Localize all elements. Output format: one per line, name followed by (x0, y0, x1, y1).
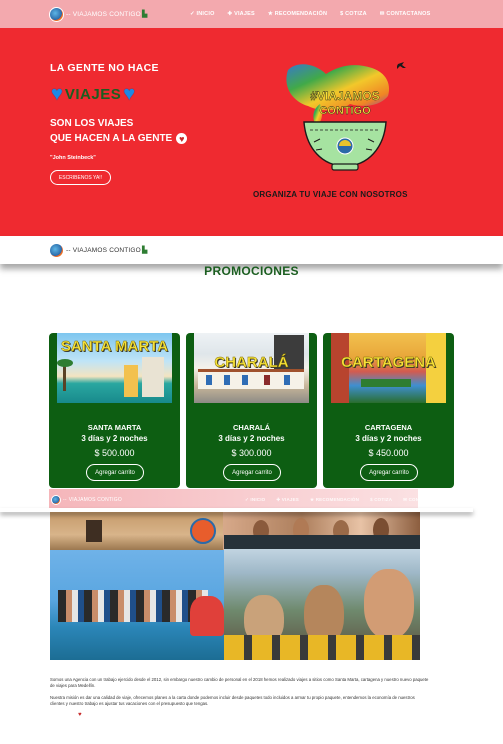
logo-globe-icon (49, 242, 64, 258)
brand-logo[interactable]: -- VIAJAMOS CONTIGO ▙ (49, 6, 148, 22)
art-contigo-text: CONTIGO (319, 105, 371, 117)
promo-card-charala: CHARALÁ CHARALÁ 3 días y 2 noches $ 300.… (186, 333, 317, 488)
promo-name: CHARALÁ (232, 423, 271, 432)
heart-icon: ♥ (176, 133, 188, 144)
brand-name: VIAJAMOS CONTIGO (68, 496, 122, 503)
heart-icon: ♥ (78, 712, 82, 718)
promo-duration: 3 días y 2 noches (355, 434, 422, 443)
nav-menu: ✓ INICIO ✚ VIAJES ★ RECOMENDACIÓN $ COTI… (245, 489, 445, 510)
promo-card-cartagena: CARTAGENA CARTAGENA 3 días y 2 noches $ … (323, 333, 454, 488)
promo-duration: 3 días y 2 noches (218, 434, 285, 443)
photo-boat-selfie (224, 535, 420, 660)
nav-viajes[interactable]: ✚ VIAJES (276, 497, 299, 503)
nav-contactanos[interactable]: ✉ CONTACTANOS (380, 11, 431, 17)
hero-subtitle-2: QUE HACEN A LA GENTE (50, 133, 173, 144)
secondary-navbar: -- VIAJAMOS CONTIGO ▙ (0, 236, 503, 264)
promo-price: $ 300.000 (231, 448, 272, 458)
brand-name: VIAJAMOS CONTIGO (72, 10, 141, 18)
brand-logo[interactable]: -- VIAJAMOS CONTIGO ▙ (49, 242, 148, 258)
brand-prefix: -- (63, 496, 67, 503)
nav-viajes[interactable]: ✚ VIAJES (228, 11, 255, 17)
hero-subtitle-2-row: QUE HACEN A LA GENTE ♥ (50, 133, 188, 144)
brand-prefix: -- (66, 246, 71, 254)
top-navbar: -- VIAJAMOS CONTIGO ▙ ✓ INICIO ✚ VIAJES … (0, 0, 503, 28)
nav-inicio[interactable]: ✓ INICIO (190, 11, 215, 17)
promotions-title: PROMOCIONES (204, 264, 299, 278)
promo-duration: 3 días y 2 noches (81, 434, 148, 443)
shopping-bag-icon: ▙ (141, 11, 148, 18)
promo-card-santa-marta: SANTA MARTA SANTA MARTA 3 días y 2 noche… (49, 333, 180, 488)
add-to-cart-button[interactable]: Agregar carrito (360, 464, 418, 481)
faded-navbar: -- VIAJAMOS CONTIGO ✓ INICIO ✚ VIAJES ★ … (49, 489, 445, 510)
promo-name: SANTA MARTA (87, 423, 142, 432)
write-us-button[interactable]: ESCRIBENOS YA!! (50, 170, 111, 185)
hero-tagline: ORGANIZA TU VIAJE CON NOSOTROS (253, 190, 408, 199)
nav-recomendacion[interactable]: ★ RECOMENDACIÓN (268, 11, 327, 17)
hero-quote-author: "John Steinbeck" (50, 155, 96, 161)
hero-title: LA GENTE NO HACE (50, 62, 159, 74)
heart-icon: ♥ (51, 83, 63, 105)
brand-prefix: -- (66, 10, 71, 18)
photo-group-in-sea (50, 550, 224, 660)
promo-image-label: CHARALÁ (214, 354, 289, 371)
logo-globe-icon (49, 6, 64, 22)
promo-price: $ 450.000 (368, 448, 409, 458)
nav-recomendacion[interactable]: ★ RECOMENDACIÓN (310, 497, 359, 503)
heart-icon: ♥ (123, 83, 136, 105)
add-to-cart-button[interactable]: Agregar carrito (223, 464, 281, 481)
nav-contactanos[interactable]: ✉ CONTACTANOS (403, 497, 445, 503)
hero-highlight: VIAJES (64, 85, 122, 103)
promo-image-cartagena: CARTAGENA (331, 333, 446, 403)
hero-highlight-row: ♥ VIAJES ♥ (51, 84, 135, 104)
brand-name: VIAJAMOS CONTIGO (72, 246, 141, 254)
promo-image-label: SANTA MARTA (60, 338, 169, 355)
promo-image-charala: CHARALÁ (194, 333, 309, 403)
promo-name: CARTAGENA (364, 423, 413, 432)
nav-inicio[interactable]: ✓ INICIO (245, 497, 265, 503)
photo-beach-chair (50, 512, 223, 550)
logo-globe-icon (51, 494, 61, 505)
add-to-cart-button[interactable]: Agregar carrito (86, 464, 144, 481)
promo-image-santa-marta: SANTA MARTA (57, 333, 172, 403)
about-paragraph-2: Nuestra misión es dar una calidad de via… (50, 695, 415, 706)
hero-subtitle-1: SON LOS VIAJES (50, 118, 134, 129)
hero-section: LA GENTE NO HACE ♥ VIAJES ♥ SON LOS VIAJ… (0, 28, 503, 236)
nav-cotiza[interactable]: $ COTIZA (340, 11, 367, 17)
shopping-bag-icon: ▙ (141, 247, 148, 254)
art-hashtag-text: #VIAJAMOS (310, 89, 379, 103)
nav-menu: ✓ INICIO ✚ VIAJES ★ RECOMENDACIÓN $ COTI… (190, 0, 430, 28)
about-paragraph-1: Somos una Agencia con un trabajo ejercid… (50, 677, 429, 688)
travel-bowl-illustration: #VIAJAMOS CONTIGO (286, 62, 406, 171)
promo-price: $ 500.000 (94, 448, 135, 458)
brand-logo[interactable]: -- VIAJAMOS CONTIGO (51, 494, 122, 505)
promo-image-label: CARTAGENA (341, 354, 436, 371)
section-divider (0, 508, 473, 512)
nav-cotiza[interactable]: $ COTIZA (370, 497, 392, 502)
